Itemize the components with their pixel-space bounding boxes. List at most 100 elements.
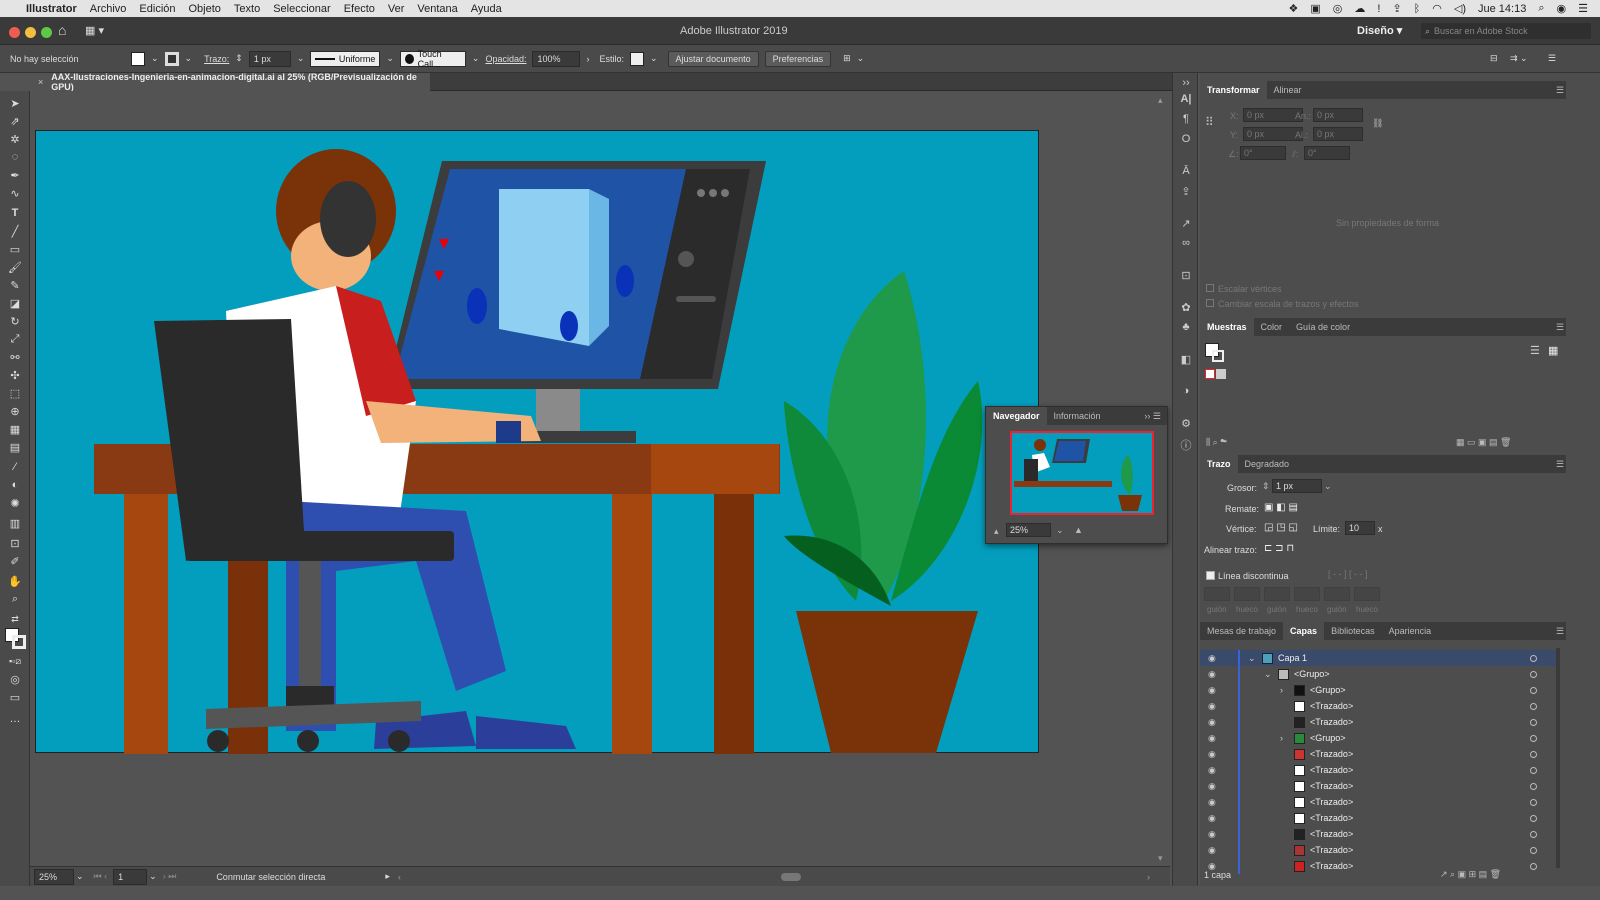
- links-panel-icon[interactable]: ∞: [1179, 237, 1193, 251]
- weight-input[interactable]: 1 px: [1272, 479, 1322, 493]
- perspective-grid-tool-icon[interactable]: ▦: [7, 421, 23, 437]
- blend-tool-icon[interactable]: ◐: [7, 477, 23, 493]
- preferences-button[interactable]: Preferencias: [764, 50, 832, 67]
- shape-builder-tool-icon[interactable]: ⊕: [7, 403, 23, 419]
- visibility-eye-icon[interactable]: ◉: [1208, 845, 1216, 856]
- target-circle-icon[interactable]: [1530, 830, 1537, 838]
- artboards-panel-icon[interactable]: ⊡: [1179, 269, 1193, 283]
- scroll-up-icon[interactable]: ▴: [1158, 95, 1163, 106]
- layer-row[interactable]: ◉ › <Grupo>: [1200, 682, 1556, 698]
- height-input[interactable]: 0 px: [1313, 127, 1363, 141]
- more-tools-icon[interactable]: …: [7, 711, 23, 727]
- layers-actions-icon[interactable]: ↗ ⌕ ▣ ⊞ ▤ 🗑: [1440, 869, 1501, 880]
- layer-row[interactable]: ◉ <Trazado>: [1200, 794, 1556, 810]
- swap-colors-icon[interactable]: ⇄: [7, 611, 23, 627]
- scale-strokes-checkbox[interactable]: [1206, 299, 1214, 307]
- constrain-proportions-icon[interactable]: ⛓: [1372, 118, 1383, 129]
- symbol-sprayer-tool-icon[interactable]: ✺: [7, 495, 23, 511]
- swatch-actions-icon[interactable]: ▦ ▭ ▣ ▤ 🗑: [1456, 437, 1511, 448]
- scroll-right-icon[interactable]: ›: [1147, 872, 1150, 882]
- status-tool-hint[interactable]: Conmutar selección directa: [216, 872, 325, 882]
- clock[interactable]: Jue 14:13: [1478, 3, 1526, 15]
- panel-menu-icon[interactable]: ☰: [1548, 53, 1556, 64]
- asset-export-icon[interactable]: ⇪: [1179, 185, 1193, 199]
- hand-tool-icon[interactable]: ✋: [7, 573, 23, 589]
- opacity-label[interactable]: Opacidad:: [485, 54, 526, 64]
- tab-trazo[interactable]: Trazo: [1200, 455, 1238, 473]
- stock-search-input[interactable]: Buscar en Adobe Stock: [1434, 26, 1528, 36]
- menu-archivo[interactable]: Archivo: [90, 3, 127, 15]
- eyedropper-tool-icon[interactable]: ⁄: [7, 459, 23, 475]
- panel-menu-icon[interactable]: ☰: [1556, 85, 1564, 96]
- layer-row[interactable]: ◉ <Trazado>: [1200, 842, 1556, 858]
- limit-input[interactable]: 10: [1345, 521, 1375, 535]
- swatch-stroke[interactable]: [1212, 350, 1224, 362]
- menu-seleccionar[interactable]: Seleccionar: [273, 3, 330, 15]
- tab-degradado[interactable]: Degradado: [1238, 455, 1297, 473]
- tab-bibliotecas[interactable]: Bibliotecas: [1324, 622, 1382, 640]
- visibility-eye-icon[interactable]: ◉: [1208, 781, 1216, 792]
- target-circle-icon[interactable]: [1530, 718, 1537, 726]
- tab-alinear[interactable]: Alinear: [1267, 81, 1309, 99]
- dash-input-2[interactable]: [1264, 587, 1290, 601]
- target-circle-icon[interactable]: [1530, 766, 1537, 774]
- shaper-tool-icon[interactable]: ✎: [7, 277, 23, 293]
- document-tab[interactable]: × AAX-Ilustraciones-Ingenieria-en-animac…: [30, 72, 430, 92]
- target-circle-icon[interactable]: [1530, 734, 1537, 742]
- puppet-warp-tool-icon[interactable]: ✣: [7, 367, 23, 383]
- zoom-out-icon[interactable]: ▴: [994, 526, 999, 537]
- gap-input-3[interactable]: [1354, 587, 1380, 601]
- collapse-panels-icon[interactable]: ››: [1179, 77, 1193, 91]
- tab-guia-color[interactable]: Guía de color: [1289, 318, 1357, 336]
- direct-selection-tool-icon[interactable]: ⇗: [7, 113, 23, 129]
- visibility-eye-icon[interactable]: ◉: [1208, 685, 1216, 696]
- collapse-icon[interactable]: ›› ☰: [1144, 411, 1161, 422]
- tab-capas[interactable]: Capas: [1283, 622, 1325, 640]
- target-circle-icon[interactable]: [1530, 798, 1537, 806]
- target-circle-icon[interactable]: [1530, 654, 1537, 662]
- stroke-weight-input[interactable]: 1 px: [248, 50, 291, 67]
- alert-icon[interactable]: !: [1377, 3, 1380, 15]
- rotate-tool-icon[interactable]: ↻: [7, 313, 23, 329]
- menu-edicion[interactable]: Edición: [139, 3, 175, 15]
- panel-menu-icon[interactable]: ☰: [1556, 459, 1564, 470]
- visibility-eye-icon[interactable]: ◉: [1208, 765, 1216, 776]
- chevron-right-icon[interactable]: ›: [1280, 733, 1283, 743]
- gap-input-1[interactable]: [1234, 587, 1260, 601]
- target-circle-icon[interactable]: [1530, 750, 1537, 758]
- visibility-eye-icon[interactable]: ◉: [1208, 653, 1216, 664]
- fill-swatch[interactable]: [131, 51, 145, 66]
- grid-view-icon[interactable]: ▦: [1548, 344, 1558, 357]
- cc-icon[interactable]: ◎: [1333, 2, 1343, 15]
- visibility-eye-icon[interactable]: ◉: [1208, 701, 1216, 712]
- curvature-tool-icon[interactable]: ∿: [7, 185, 23, 201]
- chevron-down-icon[interactable]: ⌄: [650, 53, 658, 64]
- chevron-down-icon[interactable]: ⌄: [857, 53, 865, 64]
- x-input[interactable]: 0 px: [1243, 108, 1303, 122]
- dash-input-3[interactable]: [1324, 587, 1350, 601]
- tab-transformar[interactable]: Transformar: [1200, 81, 1267, 99]
- type-tool-icon[interactable]: T: [7, 205, 23, 221]
- selection-tool-icon[interactable]: ➤: [7, 95, 23, 111]
- shear-input[interactable]: 0°: [1304, 146, 1350, 160]
- align-stroke-buttons[interactable]: ⊏ ⊐ ⊓: [1264, 543, 1294, 554]
- bluetooth-icon[interactable]: ᛒ: [1414, 3, 1421, 15]
- tab-informacion[interactable]: Información: [1047, 407, 1108, 425]
- visibility-eye-icon[interactable]: ◉: [1208, 749, 1216, 760]
- workspace-layout-icon[interactable]: ▦ ▾: [85, 24, 104, 37]
- fit-document-button[interactable]: Ajustar documento: [667, 50, 759, 67]
- corner-buttons[interactable]: ◲ ◳ ◱: [1264, 522, 1298, 533]
- brushes-panel-icon[interactable]: ✿: [1179, 301, 1193, 315]
- scroll-left-icon[interactable]: ‹: [398, 872, 401, 882]
- reference-point-icon[interactable]: ⠿: [1205, 115, 1214, 129]
- navigator-zoom-input[interactable]: 25%: [1006, 523, 1051, 537]
- tab-apariencia[interactable]: Apariencia: [1382, 622, 1439, 640]
- target-circle-icon[interactable]: [1530, 670, 1537, 678]
- menu-ventana[interactable]: Ventana: [417, 3, 457, 15]
- chevron-down-icon[interactable]: ⌄: [76, 871, 84, 882]
- target-circle-icon[interactable]: [1530, 782, 1537, 790]
- stepper-icon[interactable]: ⇕: [1262, 481, 1270, 492]
- chevron-down-icon[interactable]: ⌄: [297, 53, 305, 64]
- chevron-down-icon[interactable]: ⌄: [1324, 481, 1332, 492]
- navigator-preview[interactable]: [1010, 431, 1154, 515]
